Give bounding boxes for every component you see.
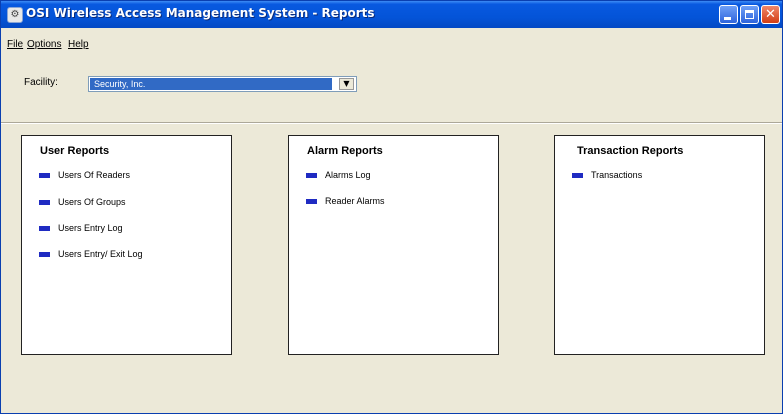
- report-link-label: Users Entry Log: [58, 223, 123, 233]
- bullet-icon: [306, 199, 317, 204]
- report-link-label: Alarms Log: [325, 170, 371, 180]
- title-bar[interactable]: ⚙ OSI Wireless Access Management System …: [1, 1, 782, 28]
- minimize-button[interactable]: [719, 5, 738, 24]
- window-title: OSI Wireless Access Management System - …: [26, 6, 375, 20]
- menu-options[interactable]: Options: [27, 39, 61, 50]
- report-link-label: Transactions: [591, 170, 643, 180]
- menu-file[interactable]: File: [7, 39, 23, 50]
- bullet-icon: [39, 173, 50, 178]
- report-link-label: Reader Alarms: [325, 196, 385, 206]
- bullet-icon: [39, 252, 50, 257]
- menu-help[interactable]: Help: [68, 39, 89, 50]
- user-reports-panel: User Reports Users Of Readers Users Of G…: [21, 135, 232, 355]
- bullet-icon: [39, 200, 50, 205]
- facility-selected-value: Security, Inc.: [90, 78, 332, 90]
- minimize-icon: [724, 17, 731, 20]
- bullet-icon: [39, 226, 50, 231]
- close-button[interactable]: ✕: [761, 5, 780, 24]
- bullet-icon: [306, 173, 317, 178]
- transaction-reports-panel: Transaction Reports Transactions: [554, 135, 765, 355]
- separator: [1, 122, 782, 124]
- transaction-reports-title: Transaction Reports: [577, 145, 684, 157]
- maximize-button[interactable]: [740, 5, 759, 24]
- facility-dropdown[interactable]: Security, Inc. ▼: [88, 76, 357, 92]
- maximize-icon: [745, 10, 754, 19]
- app-icon[interactable]: ⚙: [7, 7, 23, 23]
- bullet-icon: [572, 173, 583, 178]
- facility-label: Facility:: [24, 77, 58, 88]
- close-icon: ✕: [765, 7, 776, 22]
- alarm-reports-panel: Alarm Reports Alarms Log Reader Alarms: [288, 135, 499, 355]
- reports-window: ⚙ OSI Wireless Access Management System …: [0, 0, 783, 414]
- alarm-reports-title: Alarm Reports: [307, 145, 383, 157]
- menu-bar: File Options Help: [1, 36, 782, 54]
- report-link-label: Users Of Groups: [58, 197, 126, 207]
- dropdown-arrow-icon[interactable]: ▼: [339, 78, 354, 90]
- user-reports-title: User Reports: [40, 145, 110, 157]
- report-link-label: Users Entry/ Exit Log: [58, 249, 143, 259]
- report-link-label: Users Of Readers: [58, 170, 131, 180]
